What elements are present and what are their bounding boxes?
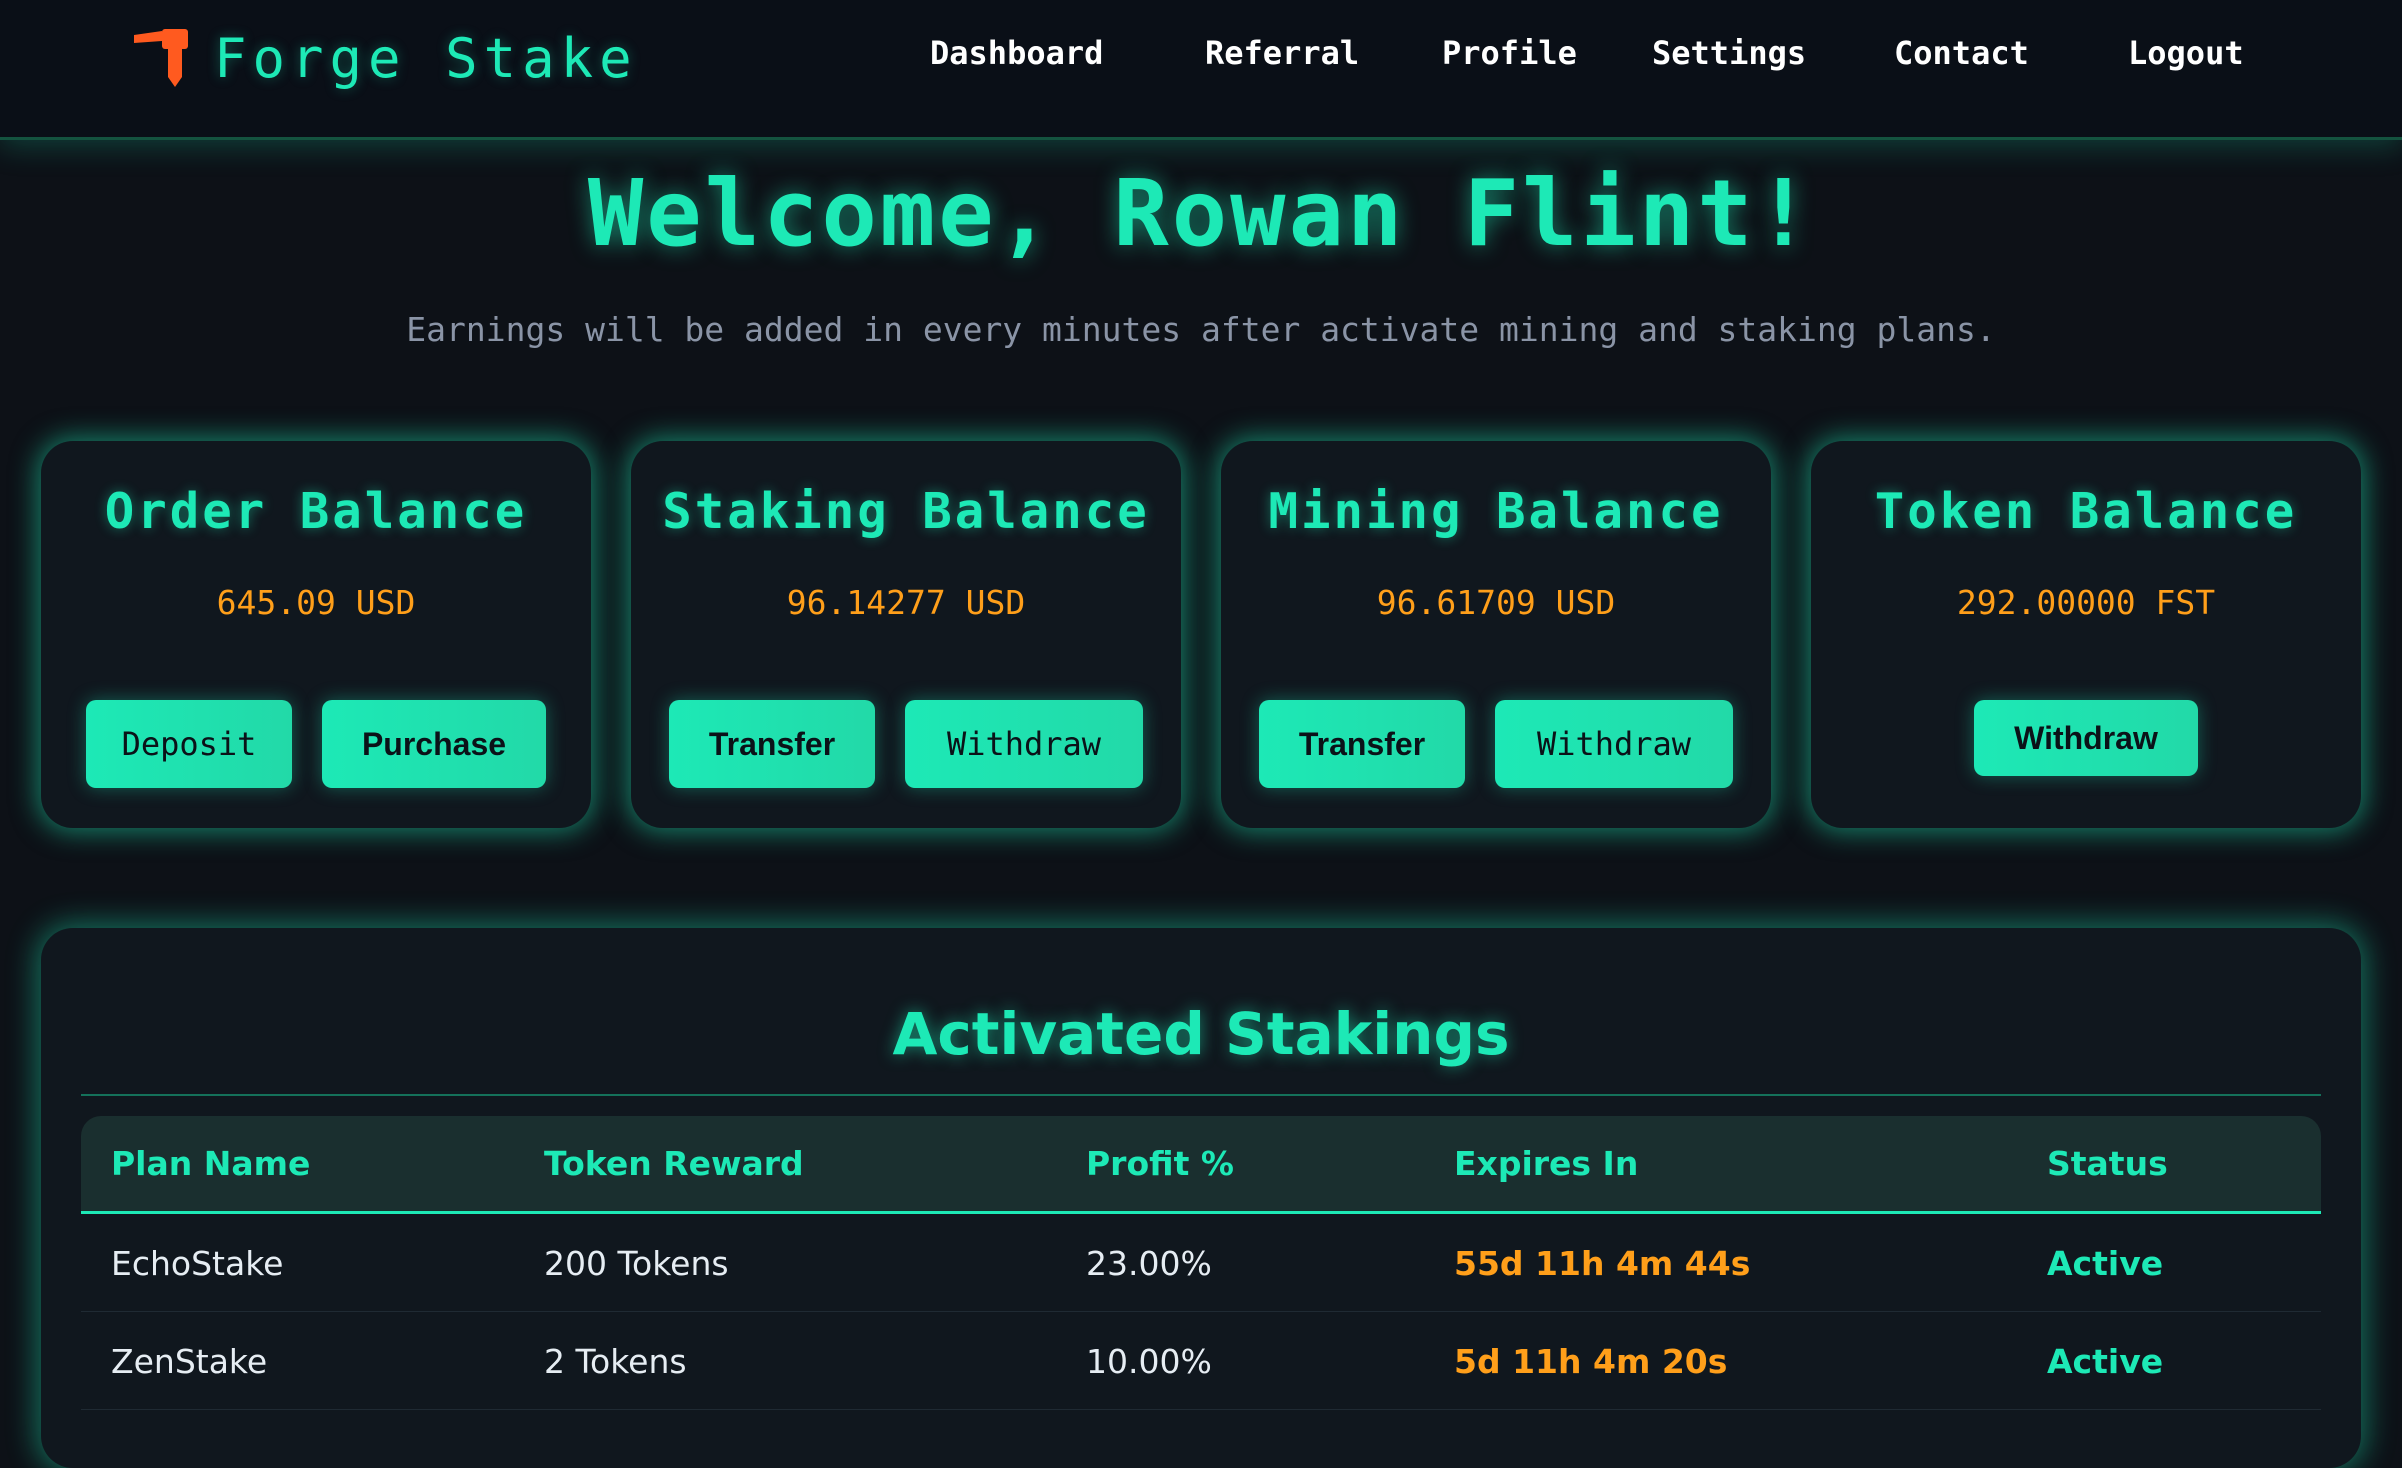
plan-name: EchoStake: [111, 1244, 284, 1283]
order-balance-card: Order Balance 645.09 USD Deposit Purchas…: [41, 441, 591, 828]
expires-in: 55d 11h 4m 44s: [1454, 1244, 1751, 1283]
nav-settings[interactable]: Settings: [1652, 34, 1806, 72]
card-title: Order Balance: [104, 483, 528, 540]
card-amount: 96.14277 USD: [786, 583, 1026, 622]
status-badge: Active: [2047, 1244, 2164, 1283]
card-amount: 645.09 USD: [216, 583, 416, 622]
table-header: Plan Name Token Reward Profit % Expires …: [81, 1116, 2321, 1214]
card-title: Mining Balance: [1268, 483, 1724, 540]
column-header: Profit %: [1086, 1144, 1234, 1183]
card-amount: 292.00000 FST: [1956, 583, 2216, 622]
staking-withdraw-button[interactable]: Withdraw: [905, 700, 1143, 788]
nav-contact[interactable]: Contact: [1894, 34, 2029, 72]
earnings-subtitle: Earnings will be added in every minutes …: [406, 310, 1996, 349]
purchase-button[interactable]: Purchase: [322, 700, 546, 788]
nav-logout[interactable]: Logout: [2128, 34, 2244, 72]
column-header: Expires In: [1454, 1144, 1639, 1183]
staking-transfer-button[interactable]: Transfer: [669, 700, 875, 788]
nav-links: Dashboard Referral Profile Settings Cont…: [0, 34, 2402, 82]
nav-dashboard[interactable]: Dashboard: [930, 34, 1103, 72]
token-withdraw-button[interactable]: Withdraw: [1974, 700, 2198, 776]
mining-balance-card: Mining Balance 96.61709 USD Transfer Wit…: [1221, 441, 1771, 828]
mining-withdraw-button[interactable]: Withdraw: [1495, 700, 1733, 788]
profit-percent: 10.00%: [1086, 1342, 1212, 1381]
mining-transfer-button[interactable]: Transfer: [1259, 700, 1465, 788]
card-title: Token Balance: [1874, 483, 2298, 540]
panel-title: Activated Stakings: [892, 1000, 1510, 1068]
token-reward: 200 Tokens: [544, 1244, 729, 1283]
nav-profile[interactable]: Profile: [1442, 34, 1577, 72]
card-amount: 96.61709 USD: [1376, 583, 1616, 622]
expires-in: 5d 11h 4m 20s: [1454, 1342, 1728, 1381]
top-navbar: Forge Stake Dashboard Referral Profile S…: [0, 0, 2402, 140]
token-reward: 2 Tokens: [544, 1342, 687, 1381]
column-header: Plan Name: [111, 1144, 311, 1183]
nav-referral[interactable]: Referral: [1205, 34, 1359, 72]
welcome-heading: Welcome, Rowan Flint!: [587, 160, 1815, 267]
plan-name: ZenStake: [111, 1342, 268, 1381]
staking-balance-card: Staking Balance 96.14277 USD Transfer Wi…: [631, 441, 1181, 828]
card-title: Staking Balance: [662, 483, 1150, 540]
stakings-table: Plan Name Token Reward Profit % Expires …: [81, 1116, 2321, 1410]
column-header: Status: [2047, 1144, 2168, 1183]
profit-percent: 23.00%: [1086, 1244, 1212, 1283]
status-badge: Active: [2047, 1342, 2164, 1381]
table-row: EchoStake 200 Tokens 23.00% 55d 11h 4m 4…: [81, 1214, 2321, 1312]
column-header: Token Reward: [544, 1144, 804, 1183]
deposit-button[interactable]: Deposit: [86, 700, 292, 788]
token-balance-card: Token Balance 292.00000 FST Withdraw: [1811, 441, 2361, 828]
table-row: ZenStake 2 Tokens 10.00% 5d 11h 4m 20s A…: [81, 1312, 2321, 1410]
divider: [81, 1094, 2321, 1096]
activated-stakings-panel: Activated Stakings Plan Name Token Rewar…: [41, 928, 2361, 1468]
